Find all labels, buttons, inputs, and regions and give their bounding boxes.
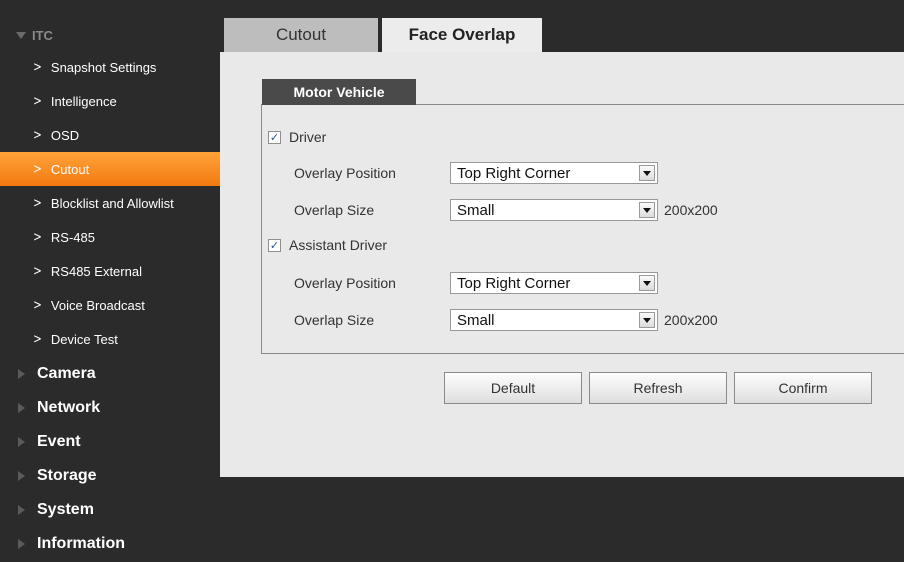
dropdown-arrow-icon <box>639 312 655 328</box>
caret-right-icon <box>18 505 25 515</box>
chevron-right-icon: > <box>33 161 42 177</box>
assistant-driver-checkbox[interactable]: ✓ <box>268 238 281 252</box>
assistant-overlap-size-select[interactable]: Small <box>450 309 658 331</box>
confirm-button[interactable]: Confirm <box>734 372 872 404</box>
sidebar-item-label: RS485 External <box>50 263 142 279</box>
select-value: Top Right Corner <box>457 164 571 182</box>
select-value: Small <box>457 201 495 219</box>
sidebar-section-label: Event <box>37 433 81 450</box>
assistant-size-hint: 200x200 <box>664 312 718 328</box>
caret-down-icon <box>16 31 26 39</box>
chevron-right-icon: > <box>33 195 42 211</box>
sidebar-item-rs485-external[interactable]: > RS485 External <box>0 254 220 288</box>
sidebar-section-itc[interactable]: ITC <box>0 18 220 52</box>
chevron-right-icon: > <box>33 229 42 245</box>
sidebar-item-label: Snapshot Settings <box>50 59 157 75</box>
sidebar-section-camera[interactable]: Camera <box>0 357 220 391</box>
sidebar-item-label: Cutout <box>50 161 90 177</box>
checkmark-icon: ✓ <box>269 130 280 144</box>
default-button[interactable]: Default <box>444 372 582 404</box>
sidebar-item-voice-broadcast[interactable]: > Voice Broadcast <box>0 288 220 322</box>
face-overlap-content: Motor Vehicle ✓ Driver Overlay Position … <box>220 52 904 477</box>
driver-overlap-size-select[interactable]: Small <box>450 199 658 221</box>
sidebar-section-label: Network <box>37 399 101 416</box>
chevron-right-icon: > <box>33 93 42 109</box>
driver-overlap-size-label: Overlap Size <box>294 202 375 218</box>
checkmark-icon: ✓ <box>269 238 280 252</box>
sidebar-section-information[interactable]: Information <box>0 527 220 561</box>
assistant-overlap-size-label: Overlap Size <box>294 312 375 328</box>
sidebar-item-label: Blocklist and Allowlist <box>50 195 174 211</box>
driver-label: Driver <box>289 129 327 145</box>
sidebar-section-label: Camera <box>37 365 96 382</box>
select-value: Small <box>457 311 495 329</box>
chevron-right-icon: > <box>33 263 42 279</box>
driver-overlay-position-label: Overlay Position <box>294 165 396 181</box>
chevron-right-icon: > <box>33 331 42 347</box>
dropdown-arrow-icon <box>639 165 655 181</box>
chevron-right-icon: > <box>33 297 42 313</box>
driver-overlay-position-select[interactable]: Top Right Corner <box>450 162 658 184</box>
refresh-button[interactable]: Refresh <box>589 372 727 404</box>
driver-checkbox[interactable]: ✓ <box>268 130 281 144</box>
sidebar-item-label: RS-485 <box>50 229 95 245</box>
sidebar-item-rs-485[interactable]: > RS-485 <box>0 220 220 254</box>
sidebar-section-event[interactable]: Event <box>0 425 220 459</box>
chevron-right-icon: > <box>33 59 42 75</box>
sidebar-section-label: Information <box>37 535 125 552</box>
assistant-driver-label: Assistant Driver <box>289 237 388 253</box>
driver-row: ✓ Driver <box>268 125 326 149</box>
caret-right-icon <box>18 471 25 481</box>
assistant-overlay-position-label: Overlay Position <box>294 275 396 291</box>
sidebar-section-label: ITC <box>32 27 53 43</box>
sidebar-item-label: OSD <box>50 127 80 143</box>
caret-right-icon <box>18 403 25 413</box>
sidebar-section-system[interactable]: System <box>0 493 220 527</box>
chevron-right-icon: > <box>33 127 42 143</box>
dropdown-arrow-icon <box>639 202 655 218</box>
caret-right-icon <box>18 369 25 379</box>
main-panel: Cutout Face Overlap Motor Vehicle ✓ Driv… <box>220 0 904 562</box>
caret-right-icon <box>18 539 25 549</box>
tab-bar: Cutout Face Overlap <box>220 12 904 52</box>
sidebar-item-intelligence[interactable]: > Intelligence <box>0 84 220 118</box>
sidebar-section-storage[interactable]: Storage <box>0 459 220 493</box>
tab-face-overlap[interactable]: Face Overlap <box>382 18 542 52</box>
select-value: Top Right Corner <box>457 274 571 292</box>
sidebar-item-cutout[interactable]: > Cutout <box>0 152 220 186</box>
dropdown-arrow-icon <box>639 275 655 291</box>
sidebar-item-blocklist-allowlist[interactable]: > Blocklist and Allowlist <box>0 186 220 220</box>
sidebar-item-osd[interactable]: > OSD <box>0 118 220 152</box>
sidebar-item-snapshot-settings[interactable]: > Snapshot Settings <box>0 50 220 84</box>
sidebar-item-label: Device Test <box>50 331 118 347</box>
subtab-motor-vehicle[interactable]: Motor Vehicle <box>262 79 416 105</box>
sidebar-section-label: Storage <box>37 467 97 484</box>
sidebar: ITC > Snapshot Settings > Intelligence >… <box>0 0 220 562</box>
tab-cutout[interactable]: Cutout <box>224 18 378 52</box>
assistant-overlay-position-select[interactable]: Top Right Corner <box>450 272 658 294</box>
driver-size-hint: 200x200 <box>664 202 718 218</box>
sidebar-item-label: Voice Broadcast <box>50 297 145 313</box>
assistant-driver-row: ✓ Assistant Driver <box>268 233 387 257</box>
sidebar-item-label: Intelligence <box>50 93 117 109</box>
sidebar-item-device-test[interactable]: > Device Test <box>0 322 220 356</box>
caret-right-icon <box>18 437 25 447</box>
sidebar-section-label: System <box>37 501 94 518</box>
sidebar-section-network[interactable]: Network <box>0 391 220 425</box>
